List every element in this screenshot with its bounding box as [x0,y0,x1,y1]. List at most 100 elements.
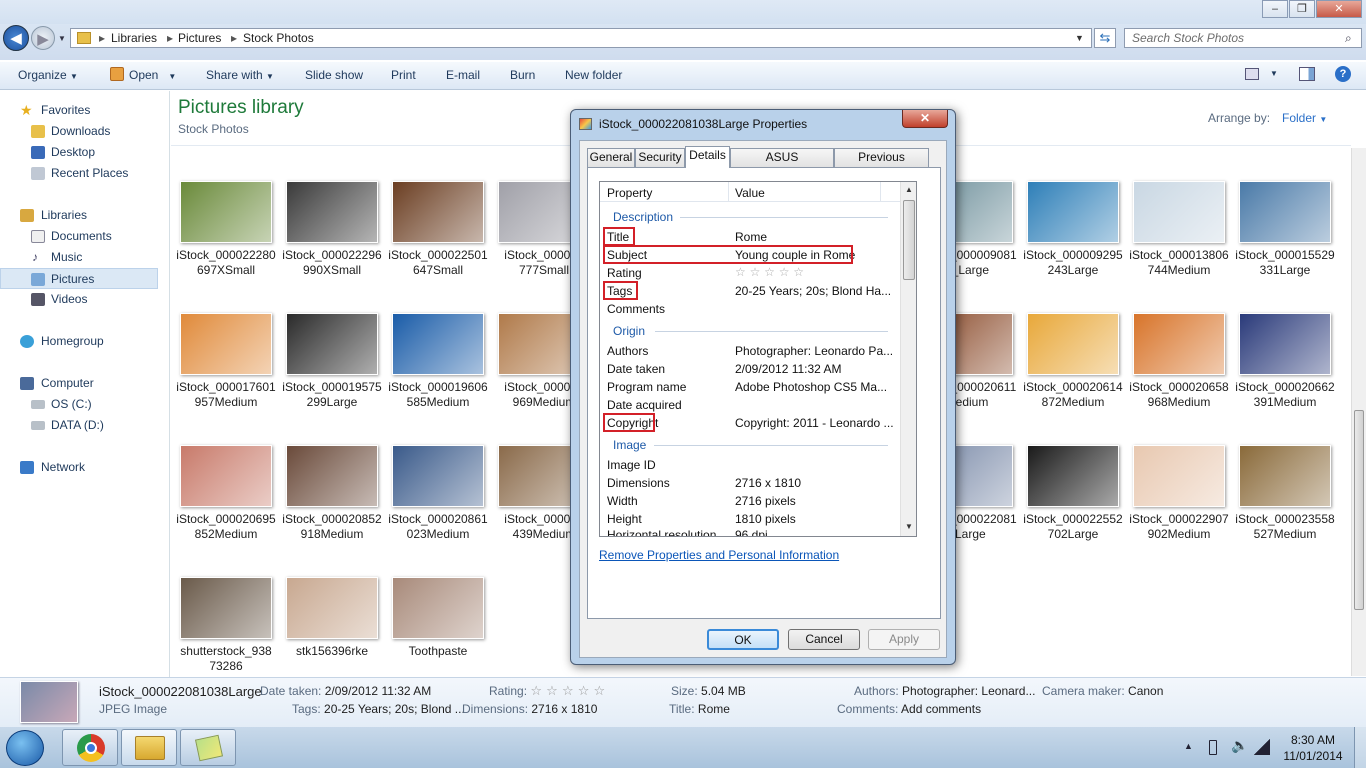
file-item-label[interactable]: iStock_000017601 957Medium [176,380,276,410]
thumbnail-image[interactable] [286,313,378,375]
nav-os-c[interactable]: OS (C:) [0,394,158,415]
thumbnail-image[interactable] [392,181,484,243]
start-button[interactable] [6,730,44,766]
arrange-by-dropdown[interactable]: Folder ▼ [1282,111,1327,125]
rating-stars[interactable]: ☆ ☆ ☆ ☆ ☆ [530,684,605,699]
file-item-label[interactable]: iStock_000020852 918Medium [282,512,382,542]
property-tags-value[interactable]: 20-25 Years; 20s; Blond Ha... [735,284,891,298]
thumbnail-image[interactable] [392,577,484,639]
thumbnail-image[interactable] [180,577,272,639]
nav-music[interactable]: ♪ Music [0,247,158,268]
file-item-label[interactable]: stk156396rke [282,644,382,659]
dialog-close-button[interactable]: ✕ [902,110,948,128]
clock-time[interactable]: 8:30 AM [1283,733,1343,747]
property-list[interactable]: Property Value Description Title Rome Su… [599,181,917,537]
column-property[interactable]: Property [607,186,652,200]
breadcrumb-stock-photos[interactable]: Stock Photos [243,29,314,47]
property-copyright-value[interactable]: Copyright: 2011 - Leonardo ... [735,416,894,430]
thumbnail-image[interactable] [392,313,484,375]
search-icon[interactable]: ⌕ [1345,29,1352,47]
forward-button[interactable]: ▶ [31,26,55,50]
network-signal-icon[interactable] [1254,739,1270,755]
property-list-scrollbar[interactable]: ▲ ▼ [900,182,916,536]
file-item-label[interactable]: iStock_000022907 902Medium [1129,512,1229,542]
tab-asus-webstorage[interactable]: ASUS WebStorage [730,148,834,181]
slide-show-button[interactable]: Slide show [305,68,363,82]
tags-value[interactable]: 20-25 Years; 20s; Blond ... [324,702,465,716]
thumbnail-image[interactable] [392,445,484,507]
camera-maker-value[interactable]: Canon [1128,684,1163,698]
file-item-label[interactable]: iStock_000022296 990XSmall [282,248,382,278]
file-item-label[interactable]: iStock_000015529 331Large [1235,248,1335,278]
close-button[interactable]: ✕ [1316,0,1362,18]
thumbnail-image[interactable] [1133,313,1225,375]
date-taken-value[interactable]: 2/09/2012 11:32 AM [325,684,432,698]
nav-recent-places[interactable]: Recent Places [0,163,158,184]
property-list-scroll-thumb[interactable] [903,200,915,280]
file-item-label[interactable]: iStock_000020861 023Medium [388,512,488,542]
cancel-button[interactable]: Cancel [788,629,860,650]
burn-button[interactable]: Burn [510,68,535,82]
nav-computer[interactable]: Computer [0,373,158,394]
thumbnail-image[interactable] [286,445,378,507]
nav-documents[interactable]: Documents [0,226,158,247]
authors-value[interactable]: Photographer: Leonard... [902,684,1035,698]
property-program-value[interactable]: Adobe Photoshop CS5 Ma... [735,380,887,394]
file-item-label[interactable]: iStock_000022552 702Large [1023,512,1123,542]
thumbnail-image[interactable] [1239,181,1331,243]
organize-button[interactable]: Organize ▼ [18,68,78,84]
view-options-icon[interactable] [1245,68,1259,80]
breadcrumb-libraries[interactable]: Libraries [111,29,157,47]
remove-properties-link[interactable]: Remove Properties and Personal Informati… [599,548,839,562]
title-value[interactable]: Rome [698,702,730,716]
comments-value[interactable]: Add comments [901,702,981,716]
tab-general[interactable]: General [587,148,635,167]
thumbnail-image[interactable] [1027,445,1119,507]
battery-icon[interactable] [1209,740,1217,755]
refresh-icon[interactable]: ⇆ [1094,28,1116,48]
nav-homegroup[interactable]: Homegroup [0,331,158,352]
property-rating-stars[interactable]: ☆ ☆ ☆ ☆ ☆ [735,265,804,279]
search-input[interactable]: Search Stock Photos ⌕ [1124,28,1362,48]
tab-security[interactable]: Security [635,148,685,167]
print-button[interactable]: Print [391,68,416,82]
share-with-button[interactable]: Share with ▼ [206,68,274,84]
nav-data-d[interactable]: DATA (D:) [0,415,158,436]
file-item-label[interactable]: iStock_000019575 299Large [282,380,382,410]
column-value[interactable]: Value [735,186,765,200]
file-item-label[interactable]: iStock_000009295 243Large [1023,248,1123,278]
property-authors-value[interactable]: Photographer: Leonardo Pa... [735,344,893,358]
new-folder-button[interactable]: New folder [565,68,622,82]
file-item-label[interactable]: iStock_000022280 697XSmall [176,248,276,278]
file-item-label[interactable]: iStock_000019606 585Medium [388,380,488,410]
thumbnail-image[interactable] [1133,181,1225,243]
nav-pictures[interactable]: Pictures [0,268,158,289]
thumbnail-image[interactable] [180,313,272,375]
open-button[interactable]: Open ▼ [129,68,176,84]
file-item-label[interactable]: iStock_000022501 647Small [388,248,488,278]
apply-button[interactable]: Apply [868,629,940,650]
thumbnail-image[interactable] [180,181,272,243]
thumbnail-image[interactable] [1239,445,1331,507]
file-item-label[interactable]: iStock_000023558 527Medium [1235,512,1335,542]
back-button[interactable]: ◀ [3,25,29,51]
nav-network[interactable]: Network [0,457,158,478]
tab-previous-versions[interactable]: Previous Versions [834,148,929,181]
thumbnail-image[interactable] [1027,181,1119,243]
file-item-label[interactable]: iStock_000020658 968Medium [1129,380,1229,410]
breadcrumb-pictures[interactable]: Pictures [178,29,221,47]
clock-date[interactable]: 11/01/2014 [1280,749,1346,763]
thumbnail-image[interactable] [286,181,378,243]
view-dropdown-icon[interactable]: ▼ [1270,69,1278,78]
ok-button[interactable]: OK [707,629,779,650]
email-button[interactable]: E-mail [446,68,480,82]
thumbnail-image[interactable] [1133,445,1225,507]
thumbnail-image[interactable] [180,445,272,507]
thumbnail-image[interactable] [1239,313,1331,375]
scroll-up-icon[interactable]: ▲ [905,185,913,194]
nav-libraries[interactable]: Libraries [0,205,158,226]
scroll-down-icon[interactable]: ▼ [905,522,913,531]
file-item-label[interactable]: iStock_000020614 872Medium [1023,380,1123,410]
sticky-notes-taskbar-button[interactable] [180,729,236,766]
file-item-label[interactable]: shutterstock_938 73286 [176,644,276,674]
